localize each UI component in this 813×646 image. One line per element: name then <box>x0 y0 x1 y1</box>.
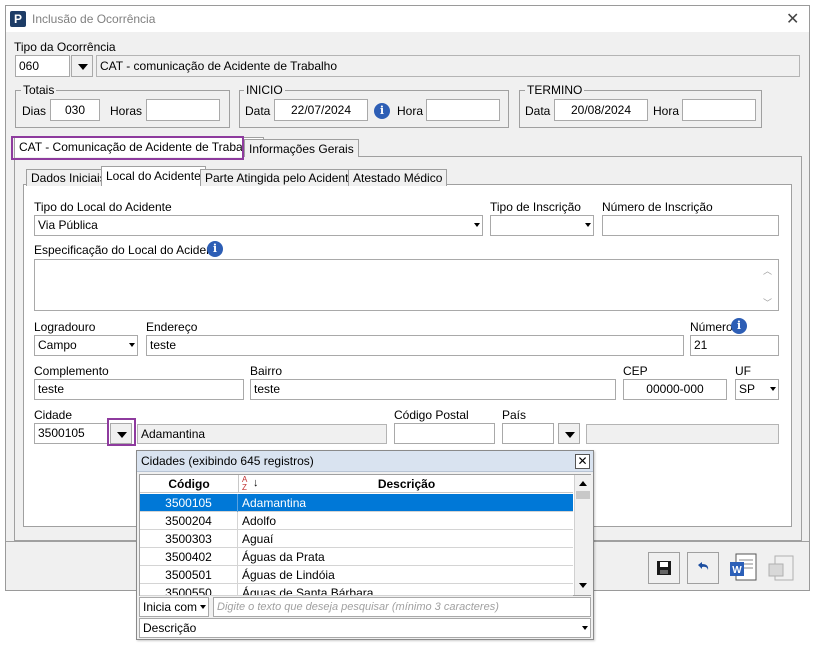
grid-header: Código A Z ↓ Descrição <box>140 475 573 493</box>
inicio-hora-input[interactable] <box>426 99 500 121</box>
tipo-local-label: Tipo do Local do Acidente <box>34 200 172 214</box>
lookup-title: Cidades (exibindo 645 registros) <box>137 451 593 472</box>
dias-input[interactable]: 030 <box>50 99 100 121</box>
undo-button[interactable] <box>687 552 719 584</box>
endereco-input[interactable]: teste <box>146 335 684 356</box>
disabled-document-icon <box>768 555 794 581</box>
search-input[interactable]: Digite o texto que deseja pesquisar (mín… <box>213 597 591 617</box>
uf-select[interactable]: SP <box>735 379 779 400</box>
tab-parte-atingida[interactable]: Parte Atingida pelo Acidente <box>200 169 361 186</box>
cidade-name: Adamantina <box>137 424 387 444</box>
col-descricao-header[interactable]: Descrição <box>240 475 573 493</box>
termino-data-label: Data <box>525 104 551 118</box>
tab-atestado-medico[interactable]: Atestado Médico <box>348 169 448 186</box>
cidade-code-input[interactable]: 3500105 <box>34 423 109 444</box>
especificacao-info-icon[interactable]: i <box>207 241 223 257</box>
search-field-select[interactable]: Descrição <box>139 618 591 638</box>
inicio-info-icon[interactable]: i <box>374 103 390 119</box>
termino-hora-label: Hora <box>653 104 680 118</box>
search-mode-select[interactable]: Inicia com <box>139 597 209 617</box>
textarea-scroll-up-icon[interactable]: ︿ <box>763 264 772 277</box>
tipo-ocorrencia-label: Tipo da Ocorrência <box>14 40 116 54</box>
lookup-close-icon[interactable]: ✕ <box>575 454 590 469</box>
svg-text:W: W <box>732 565 742 576</box>
grid-scrollbar[interactable] <box>574 475 591 595</box>
grid-body: 3500105 Adamantina 3500204 Adolfo 3500303 A… <box>140 494 573 596</box>
tipo-inscricao-label: Tipo de Inscrição <box>490 200 581 214</box>
termino-data-input[interactable]: 20/08/2024 <box>554 99 648 121</box>
complemento-label: Complemento <box>34 364 109 378</box>
cep-label: CEP <box>623 364 648 378</box>
tab-local-do-acidente[interactable]: Local do Acidente <box>101 166 206 186</box>
app-icon: P <box>10 11 26 27</box>
tipo-ocorrencia-description: CAT - comunicação de Acidente de Trabalh… <box>96 55 800 77</box>
textarea-scroll-down-icon[interactable]: ﹀ <box>763 296 772 309</box>
tipo-ocorrencia-code-input[interactable]: 060 <box>15 55 70 77</box>
tab-informacoes-gerais[interactable]: Informações Gerais <box>244 139 359 157</box>
inicio-legend: INICIO <box>244 83 285 97</box>
inicio-data-input[interactable]: 22/07/2024 <box>274 99 368 121</box>
uf-label: UF <box>735 364 751 378</box>
inicio-hora-label: Hora <box>397 104 424 118</box>
scroll-up-icon[interactable] <box>579 481 587 486</box>
word-export-button[interactable]: W <box>726 552 758 584</box>
tipo-inscricao-select[interactable] <box>490 215 594 236</box>
bairro-input[interactable]: teste <box>250 379 616 400</box>
endereco-label: Endereço <box>146 320 198 334</box>
table-row[interactable]: 3500204 Adolfo <box>140 512 573 530</box>
numero-label: Número <box>690 320 733 334</box>
pais-dropdown-button[interactable] <box>558 423 580 444</box>
bairro-label: Bairro <box>250 364 283 378</box>
table-row[interactable]: 3500550 Águas de Santa Bárbara <box>140 584 573 596</box>
logradouro-label: Logradouro <box>34 320 96 334</box>
scroll-down-icon[interactable] <box>579 583 587 588</box>
scroll-thumb[interactable] <box>576 491 590 499</box>
table-row[interactable]: 3500501 Águas de Lindóia <box>140 566 573 584</box>
dias-label: Dias <box>22 104 47 118</box>
tipo-local-select[interactable]: Via Pública <box>34 215 483 236</box>
numero-info-icon[interactable]: i <box>731 318 747 334</box>
especificacao-label: Especificação do Local do Acidente <box>34 243 223 257</box>
table-row[interactable]: 3500105 Adamantina <box>140 494 573 512</box>
window-title: Inclusão de Ocorrência <box>32 12 156 26</box>
totais-legend: Totais <box>21 83 57 97</box>
pais-name <box>586 424 779 444</box>
tab-dados-iniciais[interactable]: Dados Iniciais <box>26 169 111 186</box>
table-row[interactable]: 3500402 Águas da Prata <box>140 548 573 566</box>
save-button[interactable] <box>648 552 680 584</box>
codigo-postal-input[interactable] <box>394 423 495 444</box>
numero-inscricao-input[interactable] <box>602 215 779 236</box>
codigo-postal-label: Código Postal <box>394 408 469 422</box>
tipo-ocorrencia-dropdown-button[interactable] <box>71 55 93 77</box>
col-codigo-header[interactable]: Código <box>140 475 239 493</box>
title-bar: P Inclusão de Ocorrência ✕ <box>6 6 809 32</box>
pais-code-input[interactable] <box>502 423 554 444</box>
termino-hora-input[interactable] <box>682 99 756 121</box>
tab-cat-highlight <box>11 136 244 160</box>
inicio-data-label: Data <box>245 104 271 118</box>
cep-input[interactable]: 00000-000 <box>623 379 727 400</box>
especificacao-textarea[interactable] <box>34 259 779 311</box>
disabled-export-button[interactable] <box>765 552 797 584</box>
cidades-lookup-popup: Cidades (exibindo 645 registros) ✕ Códig… <box>136 450 594 640</box>
logradouro-select[interactable]: Campo <box>34 335 138 356</box>
undo-icon <box>698 562 709 570</box>
lookup-grid: Código A Z ↓ Descrição 3500105 Adamantina… <box>139 474 591 596</box>
termino-legend: TERMINO <box>525 83 585 97</box>
word-document-icon: W <box>730 553 757 581</box>
floppy-icon <box>657 561 671 575</box>
numero-inscricao-label: Número de Inscrição <box>602 200 713 214</box>
cidade-dropdown-highlight <box>107 418 136 446</box>
pais-label: País <box>502 408 527 422</box>
complemento-input[interactable]: teste <box>34 379 244 400</box>
table-row[interactable]: 3500303 Aguaí <box>140 530 573 548</box>
horas-label: Horas <box>110 104 143 118</box>
horas-input[interactable] <box>146 99 220 121</box>
close-icon[interactable]: ✕ <box>786 9 799 29</box>
numero-input[interactable]: 21 <box>690 335 779 356</box>
cidade-label: Cidade <box>34 408 73 422</box>
